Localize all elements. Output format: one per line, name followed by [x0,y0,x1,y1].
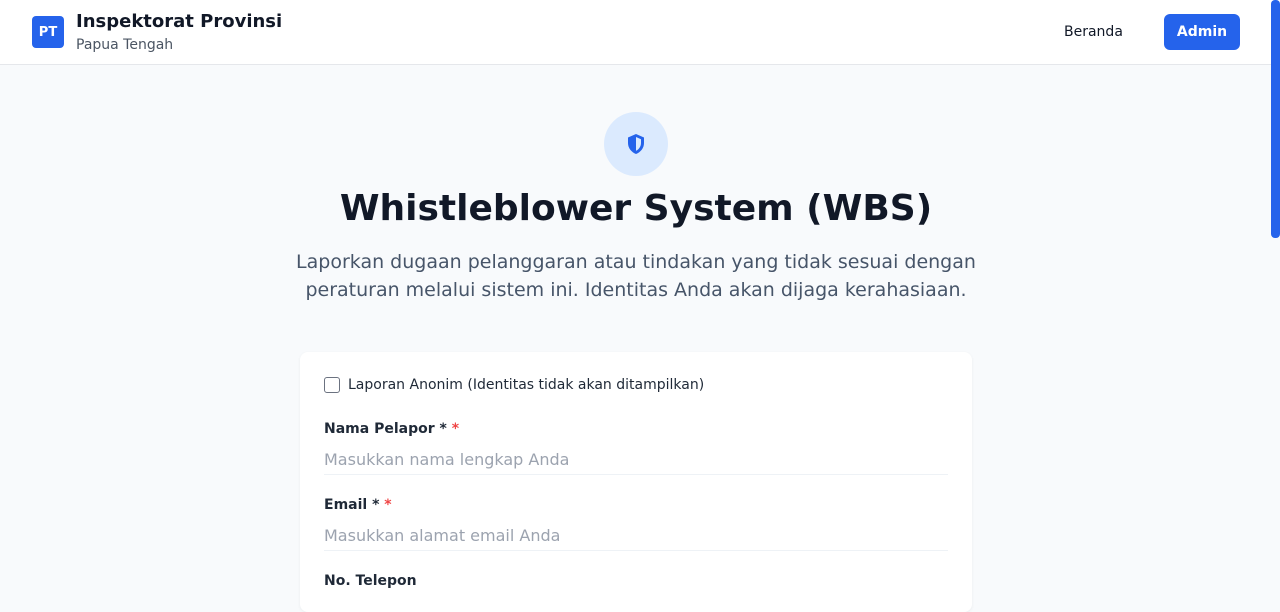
anonymous-option[interactable]: Laporan Anonim (Identitas tidak akan dit… [324,377,704,393]
email-input[interactable]: Masukkan alamat email Anda [324,521,948,551]
email-label-text: Email * [324,497,380,513]
phone-label: No. Telepon [324,573,417,589]
anonymous-checkbox[interactable] [324,377,340,393]
brand-logo[interactable]: PT [32,16,64,48]
required-marker: * [451,421,460,437]
shield-badge [604,112,668,176]
shield-icon [628,134,644,154]
required-marker: * [384,497,392,513]
admin-button[interactable]: Admin [1164,14,1240,50]
report-form-card: Laporan Anonim (Identitas tidak akan dit… [300,352,972,612]
reporter-name-input[interactable]: Masukkan nama lengkap Anda [324,445,948,475]
page-scrollbar-thumb[interactable] [1271,0,1280,238]
reporter-name-label: Nama Pelapor * * [324,421,459,437]
email-label: Email * * [324,497,392,513]
page-description: Laporkan dugaan pelanggaran atau tindaka… [296,251,976,301]
page-title: Whistleblower System (WBS) [339,188,933,229]
top-navbar: PT Inspektorat Provinsi Papua Tengah Ber… [0,0,1280,65]
nav-home-link[interactable]: Beranda [1052,20,1135,44]
anonymous-label[interactable]: Laporan Anonim (Identitas tidak akan dit… [348,377,704,393]
brand-title[interactable]: Inspektorat Provinsi [76,11,282,32]
brand-subtitle: Papua Tengah [76,37,174,53]
reporter-name-label-text: Nama Pelapor * [324,421,447,437]
